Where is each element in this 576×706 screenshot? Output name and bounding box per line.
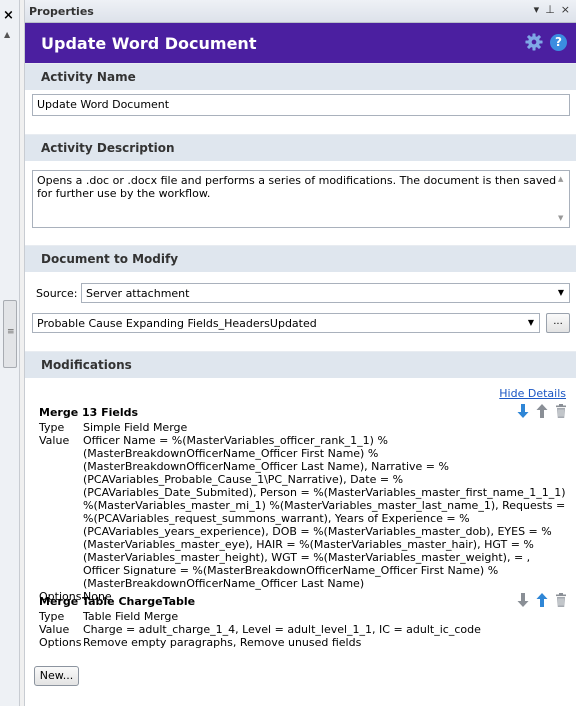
move-down-icon[interactable] (515, 403, 531, 419)
menu-dropdown-icon[interactable]: ▾ (534, 3, 540, 16)
document-select[interactable]: Probable Cause Expanding Fields_HeadersU… (32, 313, 540, 333)
scroll-up-icon[interactable]: ▲ (4, 30, 10, 39)
scrollbar-thumb[interactable]: ≡ (3, 300, 17, 368)
type-label: Type (39, 421, 65, 434)
options-label: Options (39, 636, 82, 649)
move-up-icon[interactable] (534, 592, 550, 608)
value-label: Value (39, 623, 70, 636)
type-value: Simple Field Merge (83, 421, 188, 434)
source-select[interactable]: Server attachment ▼ (81, 283, 570, 303)
section-document-to-modify: Document to Modify (25, 245, 576, 272)
modification-title: Merge 13 Fields (39, 406, 139, 419)
grip-icon: ≡ (7, 327, 15, 337)
modification-options-row: Options Remove empty paragraphs, Remove … (39, 636, 569, 649)
move-down-icon[interactable] (515, 592, 531, 608)
hide-details-link[interactable]: Hide Details (499, 387, 566, 400)
browse-button[interactable]: ... (546, 313, 570, 333)
pin-icon[interactable]: ⊥ (545, 3, 555, 16)
modification-value-row: Value Officer Name = %(MasterVariables_o… (39, 434, 569, 590)
description-scrollbar[interactable]: ▲ ▼ (557, 173, 567, 225)
scroll-down-icon[interactable]: ▼ (558, 212, 563, 225)
modification-value-row: Value Charge = adult_charge_1_4, Level =… (39, 623, 569, 636)
chevron-down-icon: ▼ (557, 288, 564, 297)
type-label: Type (39, 610, 65, 623)
panel-controls: ▾ ⊥ × (534, 3, 570, 16)
modification-item: Merge Table ChargeTable Type Table Field… (39, 592, 569, 649)
move-up-icon[interactable] (534, 403, 550, 419)
description-text: Opens a .doc or .docx file and performs … (37, 174, 557, 200)
modification-actions (515, 403, 569, 419)
left-dock-strip: × ▲ ≡ (0, 0, 20, 706)
close-icon[interactable]: × (3, 8, 14, 23)
trash-icon[interactable] (553, 592, 569, 608)
source-label: Source: (36, 287, 78, 300)
section-modifications: Modifications (25, 351, 576, 378)
activity-description-textarea[interactable]: Opens a .doc or .docx file and performs … (32, 170, 570, 228)
trash-icon[interactable] (553, 403, 569, 419)
activity-title: Update Word Document (41, 34, 257, 53)
value-label: Value (39, 434, 70, 447)
scroll-up-icon[interactable]: ▲ (558, 173, 563, 186)
source-value: Server attachment (86, 287, 190, 300)
section-activity-description: Activity Description (25, 134, 576, 161)
document-value: Probable Cause Expanding Fields_HeadersU… (37, 317, 317, 330)
new-modification-button[interactable]: New... (34, 666, 79, 686)
help-icon[interactable]: ? (550, 34, 567, 51)
value-text: Officer Name = %(MasterVariables_officer… (83, 434, 566, 590)
section-activity-name: Activity Name (25, 63, 576, 90)
modification-actions (515, 592, 569, 608)
close-panel-icon[interactable]: × (561, 3, 570, 16)
modification-title: Merge Table ChargeTable (39, 595, 196, 608)
type-value: Table Field Merge (83, 610, 179, 623)
panel-titlebar: Properties ▾ ⊥ × (25, 0, 576, 23)
panel-title: Properties (29, 5, 94, 18)
modification-type-row: Type Table Field Merge (39, 610, 569, 623)
properties-panel: Properties ▾ ⊥ × Update Word Document ? (24, 0, 576, 706)
modification-type-row: Type Simple Field Merge (39, 421, 569, 434)
activity-header: Update Word Document ? (25, 23, 576, 63)
value-text: Charge = adult_charge_1_4, Level = adult… (83, 623, 481, 636)
activity-name-input[interactable]: Update Word Document (32, 94, 570, 116)
gear-icon[interactable] (525, 33, 543, 51)
chevron-down-icon: ▼ (527, 318, 534, 327)
options-value: Remove empty paragraphs, Remove unused f… (83, 636, 362, 649)
modification-item: Merge 13 Fields Type Simple Field Merge … (39, 403, 569, 603)
